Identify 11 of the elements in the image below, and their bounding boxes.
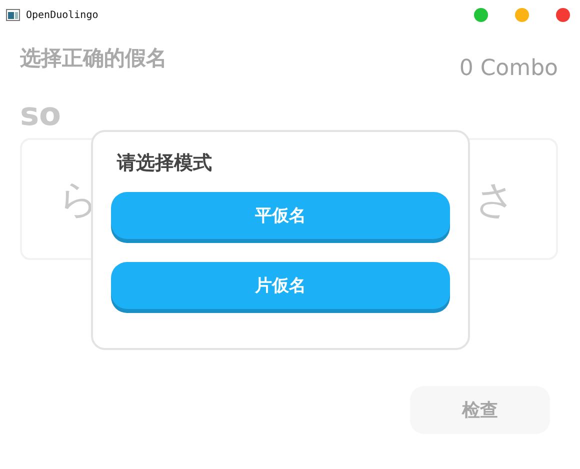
dialog-title: 请选择模式 (117, 151, 213, 176)
window-control[interactable] (556, 8, 570, 22)
mode-button[interactable]: 片仮名 (111, 262, 450, 309)
combo-counter: 0 Combo (459, 56, 558, 81)
window-control[interactable] (474, 8, 488, 22)
window-title: OpenDuolingo (26, 10, 98, 20)
check-button: 检查 (410, 386, 550, 434)
prompt-heading: 选择正确的假名 (20, 45, 167, 72)
app-icon (6, 9, 20, 21)
mode-button[interactable]: 平仮名 (111, 192, 450, 239)
window-control[interactable] (515, 8, 529, 22)
